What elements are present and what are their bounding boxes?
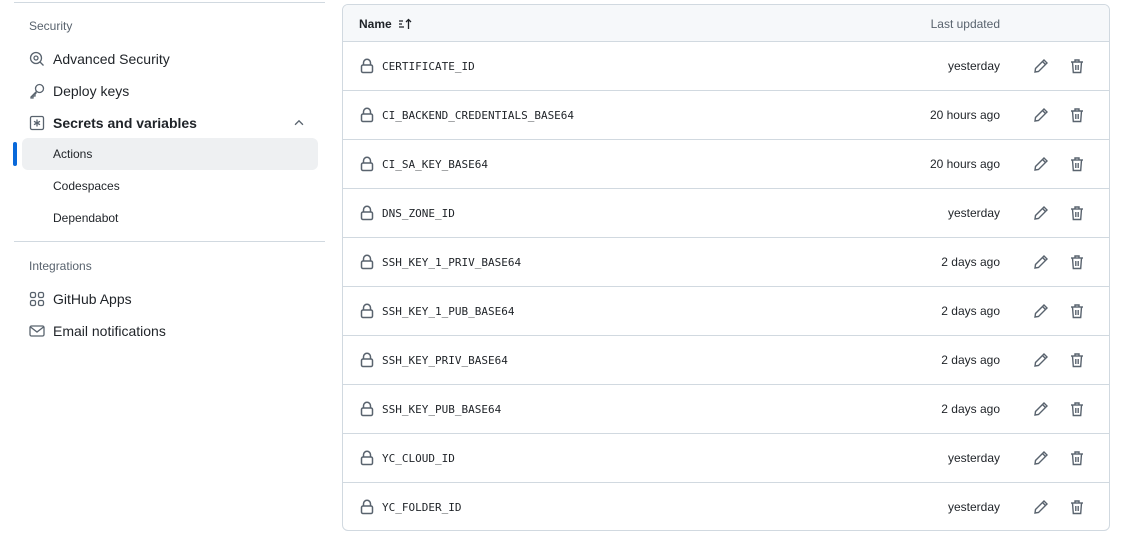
sidebar-subitem-dependabot[interactable]: Dependabot bbox=[22, 202, 318, 234]
secret-updated: 2 days ago bbox=[941, 353, 1000, 367]
secret-updated: 20 hours ago bbox=[929, 157, 1000, 171]
sort-ascending-icon[interactable] bbox=[398, 18, 412, 30]
lock-icon bbox=[360, 107, 374, 128]
apps-icon bbox=[29, 291, 45, 307]
secret-updated: yesterday bbox=[947, 206, 1000, 220]
pencil-icon[interactable] bbox=[1032, 302, 1050, 320]
pencil-icon[interactable] bbox=[1032, 498, 1050, 516]
table-row: CI_SA_KEY_BASE64 20 hours ago bbox=[343, 140, 1109, 189]
table-row: SSH_KEY_1_PUB_BASE64 2 days ago bbox=[343, 287, 1109, 336]
table-row: YC_FOLDER_ID yesterday bbox=[343, 483, 1109, 530]
column-label-name: Name bbox=[359, 17, 392, 31]
secret-name: CI_SA_KEY_BASE64 bbox=[382, 158, 488, 171]
trash-icon[interactable] bbox=[1068, 302, 1086, 320]
lock-icon bbox=[360, 401, 374, 422]
table-body: CERTIFICATE_ID yesterday CI_BACKEND_CRED… bbox=[343, 42, 1109, 530]
secret-name: YC_FOLDER_ID bbox=[382, 501, 462, 514]
secret-updated: 20 hours ago bbox=[929, 108, 1000, 122]
trash-icon[interactable] bbox=[1068, 400, 1086, 418]
trash-icon[interactable] bbox=[1068, 204, 1086, 222]
lock-icon bbox=[360, 303, 374, 324]
secret-name: YC_CLOUD_ID bbox=[382, 452, 455, 465]
pencil-icon[interactable] bbox=[1032, 106, 1050, 124]
trash-icon[interactable] bbox=[1068, 498, 1086, 516]
lock-icon bbox=[360, 156, 374, 177]
table-row: YC_CLOUD_ID yesterday bbox=[343, 434, 1109, 483]
sidebar-subitem-codespaces[interactable]: Codespaces bbox=[22, 170, 318, 202]
active-indicator bbox=[13, 142, 17, 166]
mail-icon bbox=[29, 323, 45, 339]
secret-name: SSH_KEY_1_PRIV_BASE64 bbox=[382, 256, 522, 269]
sidebar-item-email-notifications[interactable]: Email notifications bbox=[22, 315, 318, 347]
sidebar-item-advanced-security[interactable]: Advanced Security bbox=[22, 43, 318, 75]
secret-updated: 2 days ago bbox=[941, 304, 1000, 318]
settings-sidebar: Security Advanced Security Deploy keys S… bbox=[0, 0, 330, 534]
table-row: SSH_KEY_PUB_BASE64 2 days ago bbox=[343, 385, 1109, 434]
table-row: SSH_KEY_PRIV_BASE64 2 days ago bbox=[343, 336, 1109, 385]
sidebar-divider bbox=[14, 2, 325, 3]
pencil-icon[interactable] bbox=[1032, 204, 1050, 222]
pencil-icon[interactable] bbox=[1032, 449, 1050, 467]
sidebar-item-label: Deploy keys bbox=[53, 83, 130, 99]
secret-name: CERTIFICATE_ID bbox=[382, 60, 475, 73]
lock-icon bbox=[360, 352, 374, 373]
sidebar-item-label: Advanced Security bbox=[53, 51, 170, 67]
sidebar-item-github-apps[interactable]: GitHub Apps bbox=[22, 283, 318, 315]
lock-icon bbox=[360, 58, 374, 79]
secret-name: SSH_KEY_PRIV_BASE64 bbox=[382, 354, 508, 367]
lock-icon bbox=[360, 499, 374, 520]
sidebar-heading-security: Security bbox=[29, 19, 73, 33]
sidebar-divider bbox=[14, 241, 325, 242]
column-label-last-updated: Last updated bbox=[930, 17, 1000, 31]
settings-page: Security Advanced Security Deploy keys S… bbox=[0, 0, 1141, 534]
secret-name: CI_BACKEND_CREDENTIALS_BASE64 bbox=[382, 109, 575, 122]
table-row: CI_BACKEND_CREDENTIALS_BASE64 20 hours a… bbox=[343, 91, 1109, 140]
trash-icon[interactable] bbox=[1068, 351, 1086, 369]
pencil-icon[interactable] bbox=[1032, 400, 1050, 418]
pencil-icon[interactable] bbox=[1032, 155, 1050, 173]
trash-icon[interactable] bbox=[1068, 253, 1086, 271]
sidebar-subitem-label: Actions bbox=[53, 147, 93, 161]
pencil-icon[interactable] bbox=[1032, 57, 1050, 75]
secret-updated: yesterday bbox=[947, 500, 1000, 514]
secret-updated: 2 days ago bbox=[941, 402, 1000, 416]
lock-icon bbox=[360, 450, 374, 471]
secret-name: SSH_KEY_1_PUB_BASE64 bbox=[382, 305, 515, 318]
table-row: SSH_KEY_1_PRIV_BASE64 2 days ago bbox=[343, 238, 1109, 287]
pencil-icon[interactable] bbox=[1032, 351, 1050, 369]
sidebar-item-deploy-keys[interactable]: Deploy keys bbox=[22, 75, 318, 107]
sidebar-item-label: Secrets and variables bbox=[53, 115, 197, 131]
trash-icon[interactable] bbox=[1068, 155, 1086, 173]
table-row: CERTIFICATE_ID yesterday bbox=[343, 42, 1109, 91]
secret-updated: yesterday bbox=[947, 451, 1000, 465]
sidebar-heading-integrations: Integrations bbox=[29, 259, 92, 273]
key-icon bbox=[29, 83, 45, 99]
trash-icon[interactable] bbox=[1068, 106, 1086, 124]
secret-updated: yesterday bbox=[947, 59, 1000, 73]
trash-icon[interactable] bbox=[1068, 449, 1086, 467]
table-row: DNS_ZONE_ID yesterday bbox=[343, 189, 1109, 238]
lock-icon bbox=[360, 205, 374, 226]
sidebar-subitem-label: Codespaces bbox=[53, 179, 120, 193]
sidebar-subitem-label: Dependabot bbox=[53, 211, 119, 225]
sidebar-item-secrets-and-variables[interactable]: Secrets and variables bbox=[22, 107, 318, 139]
secret-updated: 2 days ago bbox=[941, 255, 1000, 269]
sidebar-item-label: GitHub Apps bbox=[53, 291, 132, 307]
chevron-up-icon[interactable] bbox=[292, 116, 306, 135]
sidebar-subitem-actions[interactable]: Actions bbox=[22, 138, 318, 170]
secret-name: SSH_KEY_PUB_BASE64 bbox=[382, 403, 502, 416]
table-header: Name Last updated bbox=[343, 5, 1109, 42]
sidebar-item-label: Email notifications bbox=[53, 323, 166, 339]
secrets-table: Name Last updated CERTIFICATE_ID yesterd… bbox=[342, 4, 1110, 531]
pencil-icon[interactable] bbox=[1032, 253, 1050, 271]
name-column-header[interactable]: Name bbox=[359, 17, 412, 31]
lock-icon bbox=[360, 254, 374, 275]
asterisk-box-icon bbox=[29, 115, 45, 131]
codescan-icon bbox=[29, 51, 45, 67]
trash-icon[interactable] bbox=[1068, 57, 1086, 75]
secret-name: DNS_ZONE_ID bbox=[382, 207, 455, 220]
